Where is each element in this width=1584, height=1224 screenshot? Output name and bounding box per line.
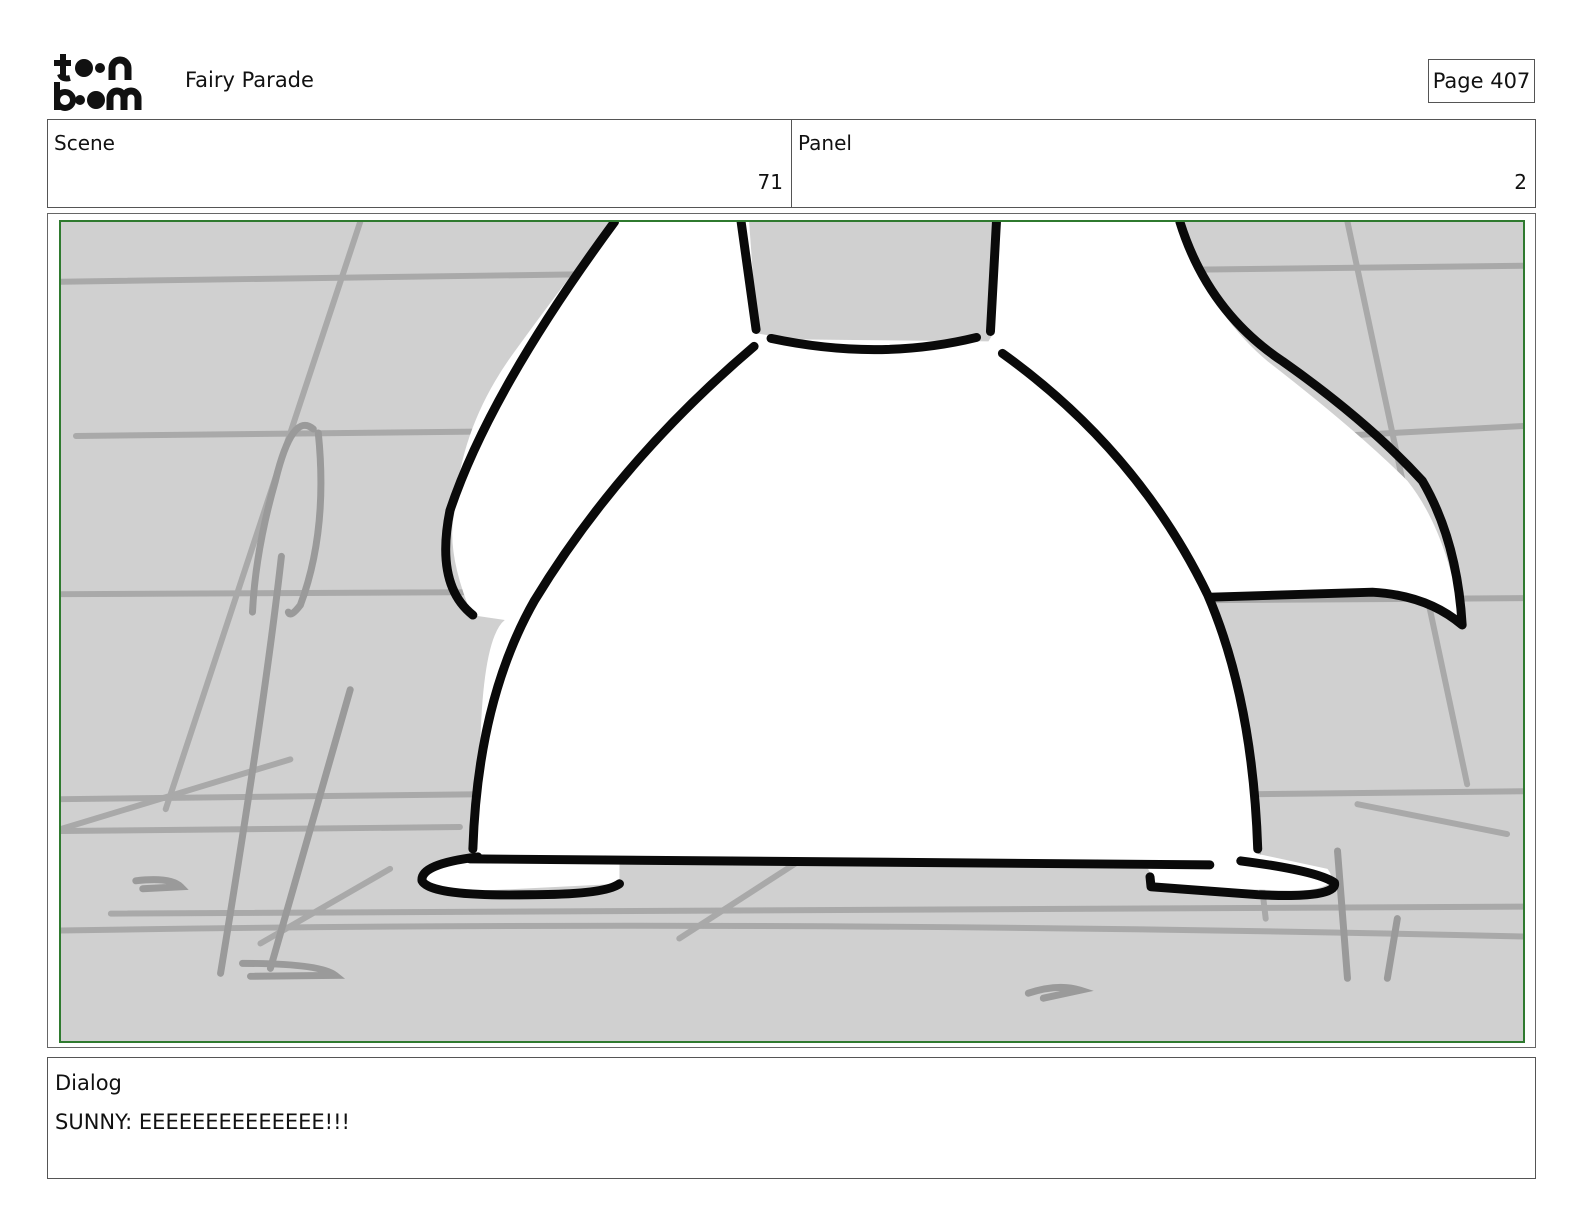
panel-cell: Panel 2 [791,120,1535,207]
character-body-fill [423,222,1463,891]
toon-boom-logo [50,50,166,112]
scene-panel-row: Scene 71 Panel 2 [47,119,1536,208]
scene-label: Scene [54,131,115,155]
dialog-text: SUNNY: EEEEEEEEEEEEEE!!! [55,1110,350,1134]
toon-boom-logo-graphic [54,54,142,111]
scene-cell: Scene 71 [48,120,791,207]
dialog-box: Dialog SUNNY: EEEEEEEEEEEEEE!!! [47,1057,1536,1179]
dialog-label: Dialog [55,1071,122,1095]
panel-number: 2 [1514,170,1527,194]
project-title: Fairy Parade [185,68,314,92]
page-number: Page 407 [1428,59,1535,103]
scene-number: 71 [757,170,783,194]
panel-image [59,220,1525,1043]
storyboard-sketch [61,222,1523,1002]
panel-label: Panel [798,131,852,155]
